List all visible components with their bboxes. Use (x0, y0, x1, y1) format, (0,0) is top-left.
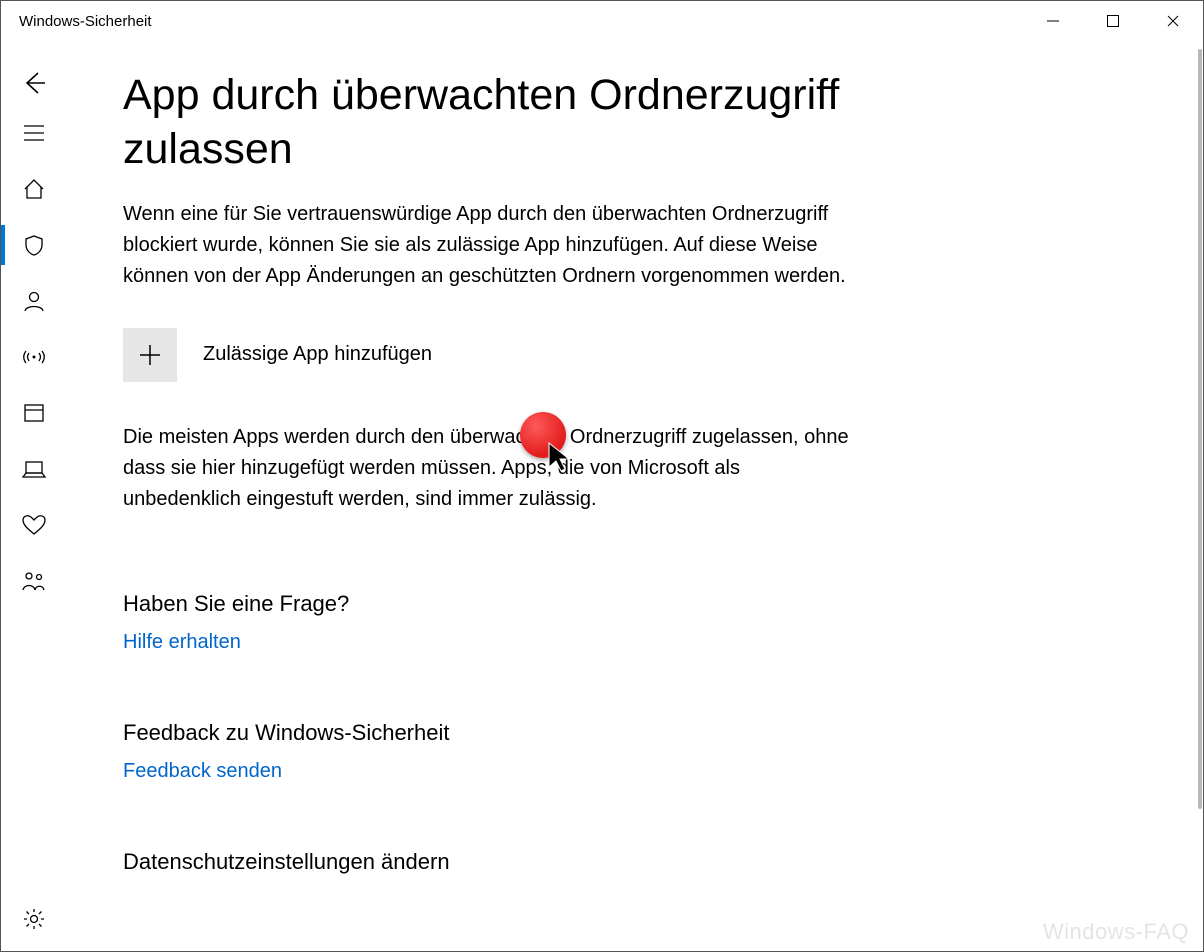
hamburger-menu-icon[interactable] (1, 111, 67, 155)
back-button[interactable] (1, 61, 67, 105)
shield-icon (22, 233, 46, 257)
scrollbar[interactable] (1198, 49, 1202, 809)
sidebar-item-firewall[interactable] (1, 329, 67, 385)
send-feedback-link[interactable]: Feedback senden (123, 760, 1163, 783)
help-heading: Haben Sie eine Frage? (123, 591, 1163, 617)
family-icon (21, 569, 47, 593)
add-allowed-app-row[interactable]: Zulässige App hinzufügen (123, 328, 1163, 382)
mouse-cursor-icon (547, 441, 575, 475)
heart-pulse-icon (21, 513, 47, 537)
sidebar-item-device-security[interactable] (1, 441, 67, 497)
add-allowed-app-label: Zulässige App hinzufügen (203, 343, 432, 366)
get-help-link[interactable]: Hilfe erhalten (123, 631, 1163, 654)
sidebar-item-device-performance[interactable] (1, 497, 67, 553)
window-icon (22, 401, 46, 425)
antenna-icon (21, 345, 47, 369)
window-title: Windows-Sicherheit (19, 13, 152, 30)
sidebar-item-app-browser-control[interactable] (1, 385, 67, 441)
plus-icon (137, 342, 163, 368)
main-content: App durch überwachten Ordnerzugriff zula… (67, 41, 1203, 951)
gear-icon (22, 907, 46, 931)
page-title: App durch überwachten Ordnerzugriff zula… (123, 69, 883, 177)
window-controls (1023, 1, 1203, 41)
laptop-icon (21, 457, 47, 481)
sidebar (1, 41, 67, 951)
sidebar-item-family-options[interactable] (1, 553, 67, 609)
titlebar: Windows-Sicherheit (1, 1, 1203, 41)
add-allowed-app-button[interactable] (123, 328, 177, 382)
sidebar-item-account-protection[interactable] (1, 273, 67, 329)
person-icon (22, 289, 46, 313)
info-text: Die meisten Apps werden durch den überwa… (123, 422, 863, 515)
home-icon (22, 177, 46, 201)
privacy-heading: Datenschutzeinstellungen ändern (123, 849, 1163, 875)
sidebar-item-home[interactable] (1, 161, 67, 217)
minimize-button[interactable] (1023, 1, 1083, 41)
intro-text: Wenn eine für Sie vertrauenswürdige App … (123, 199, 863, 292)
settings-button[interactable] (1, 891, 67, 947)
maximize-button[interactable] (1083, 1, 1143, 41)
feedback-heading: Feedback zu Windows-Sicherheit (123, 720, 1163, 746)
sidebar-item-virus-protection[interactable] (1, 217, 67, 273)
close-button[interactable] (1143, 1, 1203, 41)
